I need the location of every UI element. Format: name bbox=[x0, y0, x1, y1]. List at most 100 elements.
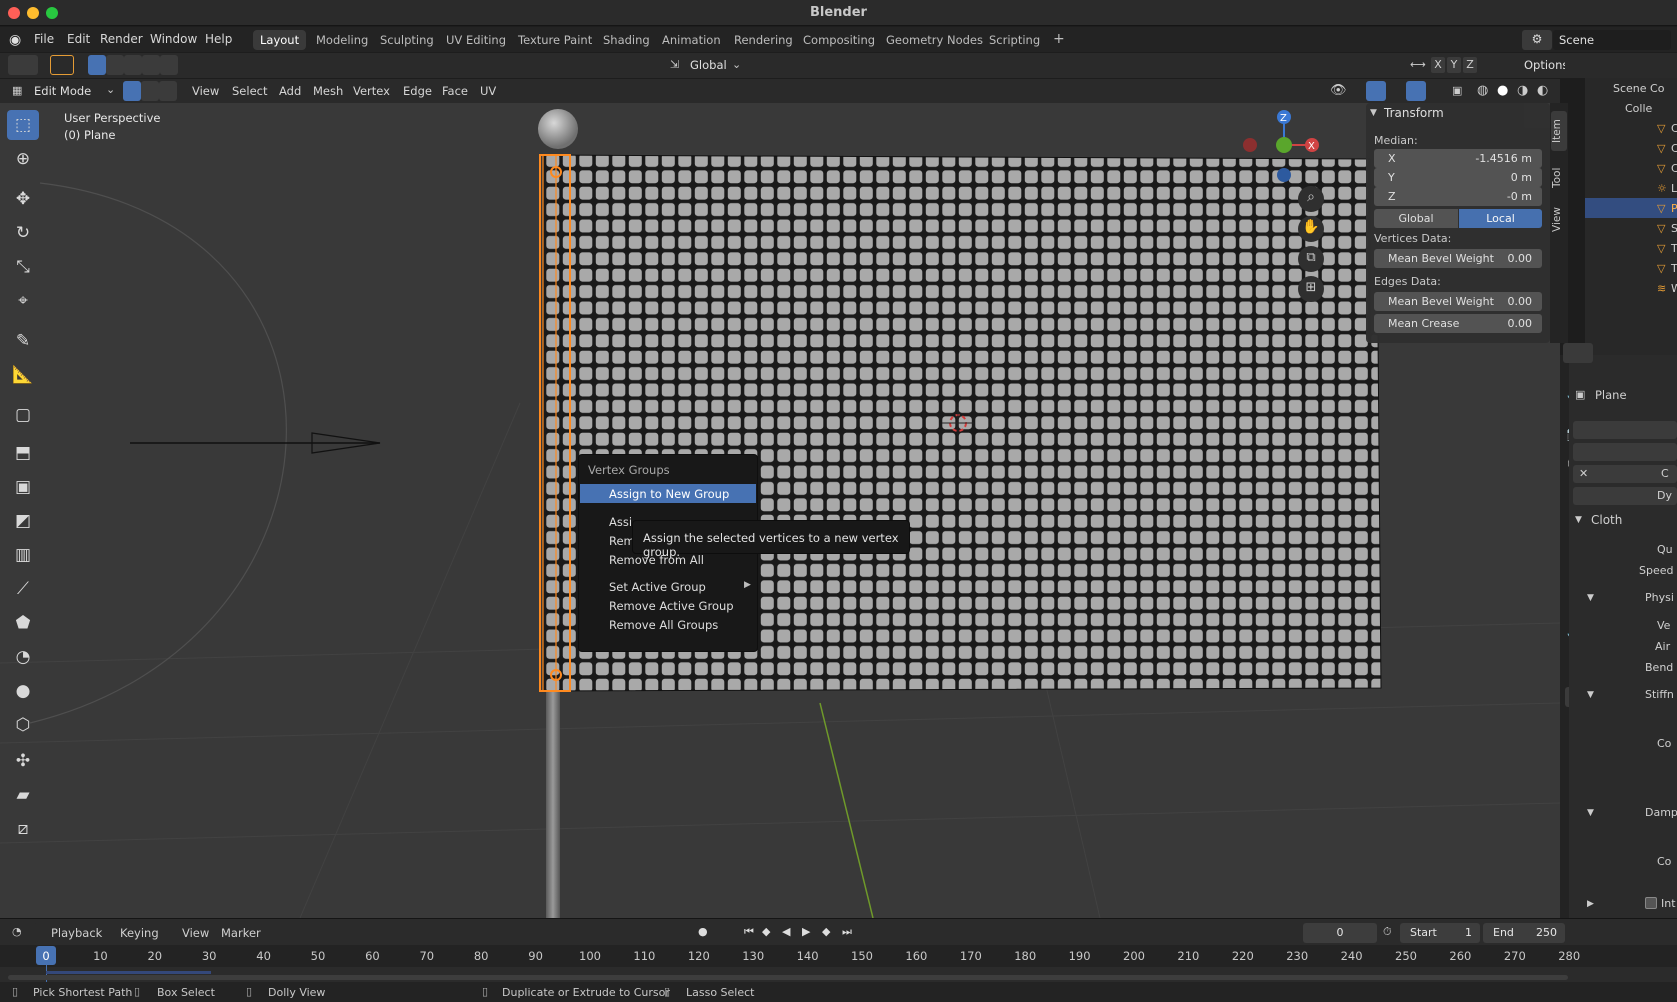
damping-label[interactable]: Damp bbox=[1645, 806, 1677, 819]
xray-icon[interactable]: ▣ bbox=[1452, 84, 1462, 97]
menu-help[interactable]: Help bbox=[205, 32, 232, 46]
mode-dropdown[interactable]: ▦ Edit Mode ⌄ bbox=[8, 81, 118, 101]
viewport-menu-view[interactable]: View bbox=[192, 84, 219, 98]
close-icon[interactable]: ✕ bbox=[1579, 467, 1588, 480]
menu-item-assign-new-group[interactable]: Assign to New Group bbox=[580, 484, 756, 503]
measure-icon[interactable]: 📐 bbox=[7, 360, 39, 390]
menu-item-remove-all-groups[interactable]: Remove All Groups bbox=[580, 616, 756, 635]
outliner-row[interactable]: ▽ T bbox=[1585, 238, 1677, 258]
camera-view-icon[interactable]: ⧉ bbox=[1298, 246, 1324, 272]
loop-cut-icon[interactable]: ▥ bbox=[7, 540, 39, 570]
gizmo-toggle-icon[interactable] bbox=[1366, 81, 1386, 101]
menu-render[interactable]: Render bbox=[100, 32, 143, 46]
rotate-icon[interactable]: ↻ bbox=[7, 218, 39, 248]
modifier-row[interactable]: ✕ C bbox=[1573, 465, 1677, 483]
shrink-fatten-icon[interactable]: ✣ bbox=[7, 746, 39, 776]
pan-view-icon[interactable]: ✋ bbox=[1298, 216, 1324, 242]
collapse-triangle-icon[interactable]: ▶ bbox=[1587, 899, 1594, 909]
transform-icon[interactable]: ⌖ bbox=[7, 286, 39, 316]
select-box-icon[interactable]: ⬚ bbox=[7, 110, 39, 140]
modifier-row[interactable] bbox=[1573, 421, 1677, 439]
viewport-menu-mesh[interactable]: Mesh bbox=[313, 84, 343, 98]
cursor-icon[interactable]: ⊕ bbox=[7, 144, 39, 174]
timeline-scrollbar[interactable] bbox=[8, 975, 1568, 980]
pivot-point-icon[interactable] bbox=[750, 55, 780, 75]
ortho-toggle-icon[interactable]: ⊞ bbox=[1298, 276, 1324, 302]
edge-slide-icon[interactable]: ⬡ bbox=[7, 710, 39, 740]
median-z-field[interactable]: Z -0 m bbox=[1374, 187, 1542, 206]
select-mode-new-icon[interactable] bbox=[88, 55, 106, 75]
extrude-icon[interactable]: ⬒ bbox=[7, 438, 39, 468]
tab-view[interactable]: View bbox=[1551, 203, 1567, 237]
outliner-row[interactable]: ▽ C bbox=[1585, 158, 1677, 178]
active-tool-icon[interactable] bbox=[50, 55, 74, 75]
outliner-row-selected[interactable]: ▽ P bbox=[1585, 198, 1677, 218]
poly-build-icon[interactable]: ⬟ bbox=[7, 608, 39, 638]
vertex-select-icon[interactable] bbox=[123, 81, 141, 101]
viewport-menu-add[interactable]: Add bbox=[279, 84, 301, 98]
collapse-triangle-icon[interactable]: ▼ bbox=[1575, 515, 1582, 525]
inset-icon[interactable]: ▣ bbox=[7, 472, 39, 502]
global-toggle-button[interactable]: Global bbox=[1374, 209, 1458, 228]
edge-bevel-weight-field[interactable]: Mean Bevel Weight 0.00 bbox=[1374, 292, 1542, 311]
tab-item[interactable]: Item bbox=[1551, 111, 1567, 151]
collapse-triangle-icon[interactable]: ▼ bbox=[1370, 108, 1377, 118]
local-toggle-button[interactable]: Local bbox=[1459, 209, 1542, 228]
menu-file[interactable]: File bbox=[34, 32, 54, 46]
knife-icon[interactable]: ⟋ bbox=[7, 574, 39, 604]
modifier-row[interactable] bbox=[1573, 443, 1677, 461]
transform-section-title[interactable]: Transform bbox=[1384, 106, 1444, 120]
snap-toggle-icon[interactable] bbox=[786, 55, 838, 75]
menu-window[interactable]: Window bbox=[150, 32, 197, 46]
viewport-menu-select[interactable]: Select bbox=[232, 84, 267, 98]
mirror-axis-y[interactable]: Y bbox=[1447, 57, 1461, 73]
zoom-view-icon[interactable]: ⌕ bbox=[1298, 186, 1324, 212]
viewport-menu-edge[interactable]: Edge bbox=[403, 84, 432, 98]
proportional-edit-icon[interactable] bbox=[844, 55, 892, 75]
tab-uv-editing[interactable]: UV Editing bbox=[439, 30, 513, 50]
tab-compositing[interactable]: Compositing bbox=[796, 30, 882, 50]
scene-name-field[interactable]: Scene bbox=[1553, 30, 1671, 50]
shear-icon[interactable]: ▰ bbox=[7, 780, 39, 810]
tab-scripting[interactable]: Scripting bbox=[982, 30, 1047, 50]
select-mode-invert-icon[interactable] bbox=[142, 55, 160, 75]
tab-geometry-nodes[interactable]: Geometry Nodes bbox=[879, 30, 990, 50]
tab-rendering[interactable]: Rendering bbox=[727, 30, 800, 50]
rendered-shading-icon[interactable]: ◐ bbox=[1537, 83, 1548, 98]
tab-layout[interactable]: Layout bbox=[253, 30, 307, 50]
collapse-triangle-icon[interactable]: ▼ bbox=[1587, 808, 1594, 818]
collapse-triangle-icon[interactable]: ▼ bbox=[1587, 593, 1594, 603]
orientation-dropdown[interactable]: ⇲ Global ⌄ bbox=[666, 55, 744, 75]
blender-logo-icon[interactable]: ◉ bbox=[9, 32, 21, 48]
annotate-icon[interactable]: ✎ bbox=[7, 326, 39, 356]
outliner-row[interactable]: ▽ C bbox=[1585, 138, 1677, 158]
smooth-icon[interactable]: ● bbox=[7, 676, 39, 706]
internal-springs-label[interactable]: Int bbox=[1661, 897, 1676, 910]
outliner-scene-row[interactable]: Scene Co bbox=[1585, 78, 1677, 98]
add-cube-icon[interactable]: ▢ bbox=[7, 400, 39, 430]
face-select-icon[interactable] bbox=[159, 81, 177, 101]
outliner-row[interactable]: ▽ T bbox=[1585, 258, 1677, 278]
viewport-menu-face[interactable]: Face bbox=[442, 84, 468, 98]
select-mode-intersect-icon[interactable] bbox=[160, 55, 178, 75]
mean-crease-field[interactable]: Mean Crease 0.00 bbox=[1374, 314, 1542, 333]
scene-selector-icon[interactable]: ⚙ bbox=[1522, 30, 1552, 50]
outliner-row[interactable]: ≋ W bbox=[1585, 278, 1677, 298]
visibility-icon[interactable]: 👁 bbox=[1330, 83, 1347, 98]
outliner-row[interactable]: ☼ L bbox=[1585, 178, 1677, 198]
physical-properties-label[interactable]: Physi bbox=[1645, 591, 1674, 604]
tab-texture-paint[interactable]: Texture Paint bbox=[511, 30, 599, 50]
outliner-collection-row[interactable]: Colle bbox=[1585, 98, 1677, 118]
viewport-menu-vertex[interactable]: Vertex bbox=[353, 84, 390, 98]
tab-shading[interactable]: Shading bbox=[596, 30, 657, 50]
move-icon[interactable]: ✥ bbox=[7, 184, 39, 214]
edge-select-icon[interactable] bbox=[141, 81, 159, 101]
rip-icon[interactable]: ⧄ bbox=[7, 814, 39, 844]
stiffness-label[interactable]: Stiffn bbox=[1645, 688, 1674, 701]
modifier-row[interactable]: Dy bbox=[1573, 487, 1677, 505]
median-y-field[interactable]: Y 0 m bbox=[1374, 168, 1542, 187]
select-mode-subtract-icon[interactable] bbox=[124, 55, 142, 75]
scale-icon[interactable]: ⤡ bbox=[7, 252, 39, 282]
menu-item-set-active-group[interactable]: Set Active Group ▶ bbox=[580, 578, 756, 597]
outliner-row[interactable]: ▽ C bbox=[1585, 118, 1677, 138]
